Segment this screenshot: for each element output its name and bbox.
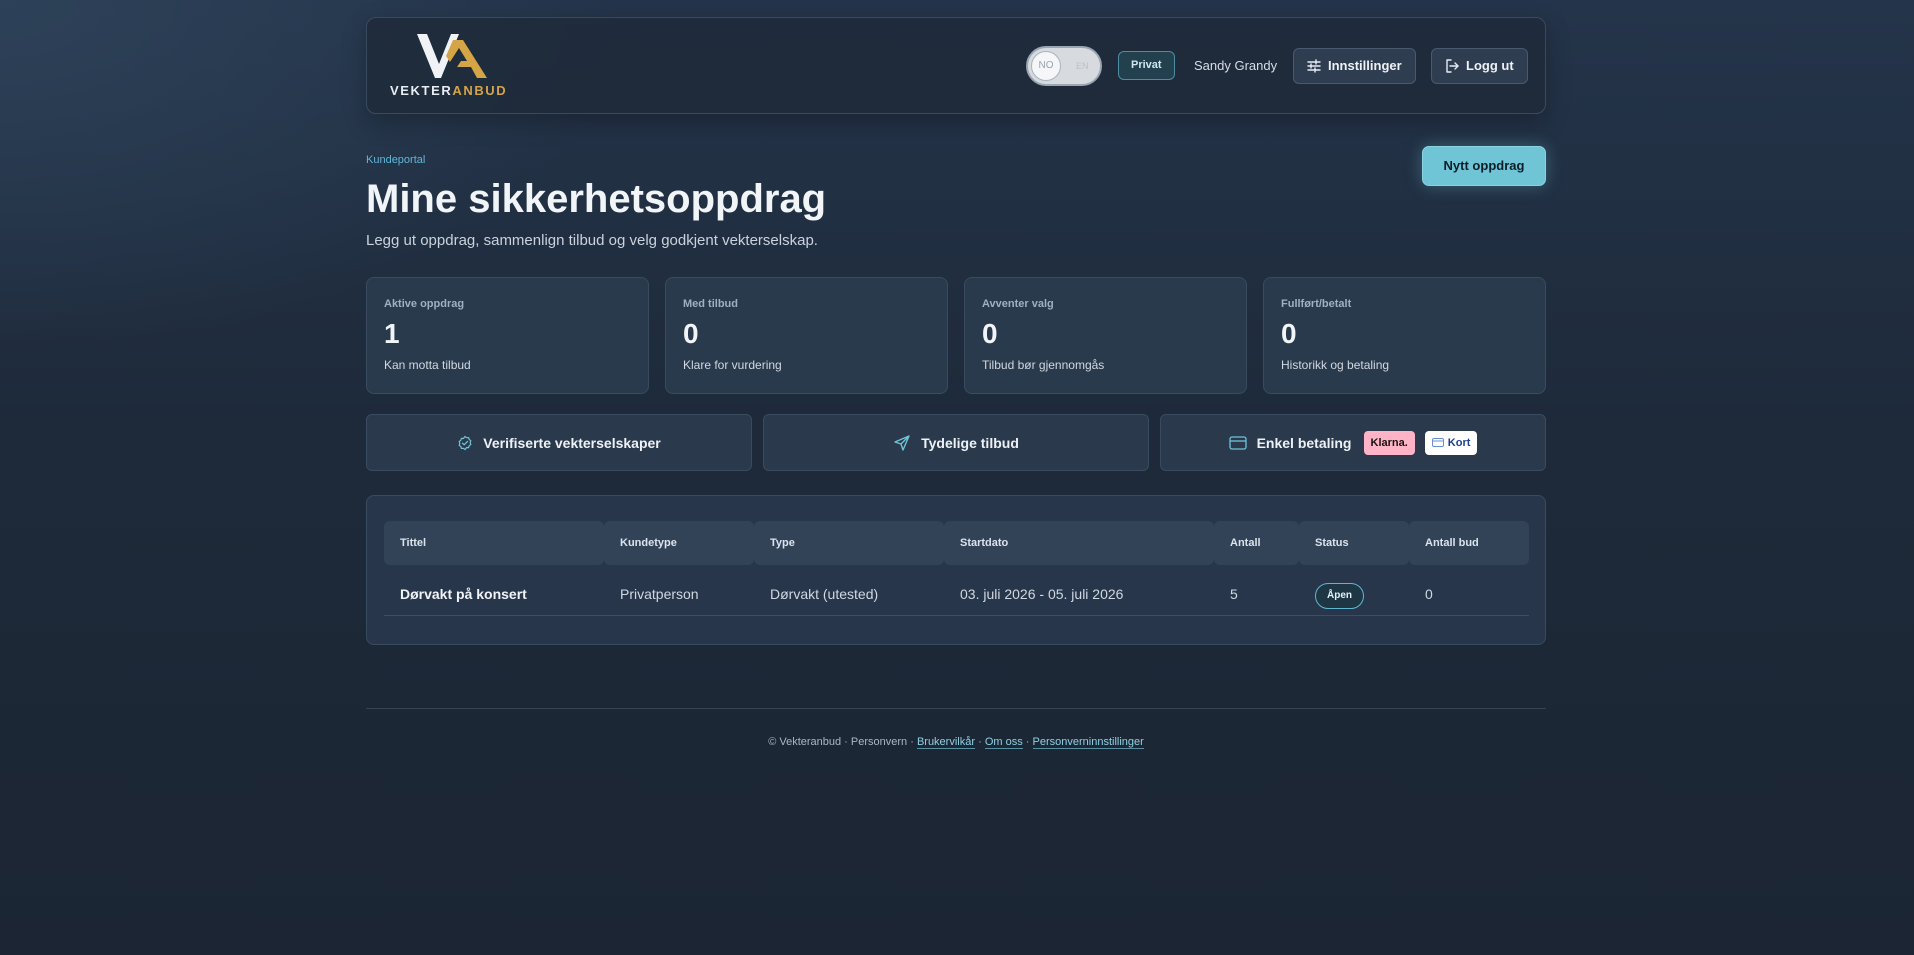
stat-description: Klare for vurdering — [683, 358, 782, 372]
status-badge: Åpen — [1315, 583, 1364, 609]
stat-card-completed: Fullført/betalt 0 Historikk og betaling — [1263, 277, 1546, 394]
column-header-customer-type[interactable]: Kundetype — [604, 521, 754, 565]
feature-payment: Enkel betaling Klarna. Kort — [1160, 414, 1546, 471]
stat-value: 0 — [1281, 318, 1297, 349]
logo-mark-icon — [417, 34, 487, 78]
stat-label: Fullført/betalt — [1281, 298, 1352, 310]
stat-label: Avventer valg — [982, 298, 1054, 310]
brand-logo[interactable]: VEKTERANBUD — [390, 32, 506, 102]
table-header: Tittel Kundetype Type Startdato Antall S… — [384, 521, 1529, 565]
credit-card-icon — [1228, 435, 1247, 450]
feature-payment-label: Enkel betaling — [1256, 434, 1352, 451]
card-icon — [1431, 438, 1444, 447]
footer: © Vekteranbud · Personvern · Brukervilkå… — [366, 736, 1546, 749]
user-name: Sandy Grandy — [1194, 58, 1278, 73]
klarna-badge: Klarna. — [1363, 430, 1415, 455]
stat-value: 1 — [384, 318, 400, 349]
column-header-type[interactable]: Type — [754, 521, 944, 565]
new-assignment-button[interactable]: Nytt oppdrag — [1422, 146, 1546, 186]
page-title: Mine sikkerhetsoppdrag — [366, 177, 827, 221]
card-badge: Kort — [1424, 430, 1478, 455]
about-link[interactable]: Om oss — [984, 736, 1023, 749]
language-active: NO — [1031, 51, 1061, 81]
stat-value: 0 — [982, 318, 998, 349]
column-header-title[interactable]: Tittel — [384, 521, 604, 565]
stat-card-awaiting: Avventer valg 0 Tilbud bør gjennomgås — [964, 277, 1247, 394]
logout-icon — [1446, 59, 1459, 73]
stat-label: Aktive oppdrag — [384, 298, 465, 310]
column-header-count[interactable]: Antall — [1214, 521, 1299, 565]
footer-divider — [366, 708, 1546, 709]
terms-link[interactable]: Brukervilkår — [916, 736, 976, 749]
send-icon — [894, 434, 910, 451]
verified-badge-icon — [458, 435, 472, 450]
account-type-badge: Privat — [1118, 51, 1175, 80]
stat-description: Historikk og betaling — [1281, 358, 1390, 372]
logo-wordmark: VEKTERANBUD — [390, 83, 530, 98]
privacy-settings-link[interactable]: Personverninnstillinger — [1032, 736, 1144, 749]
page-subtitle: Legg ut oppdrag, sammenlign tilbud og ve… — [366, 232, 818, 249]
column-header-bids[interactable]: Antall bud — [1409, 521, 1529, 565]
stat-description: Tilbud bør gjennomgås — [982, 358, 1105, 372]
logo-text-anbud: ANBUD — [452, 83, 508, 98]
column-header-status[interactable]: Status — [1299, 521, 1409, 565]
row-bids: 0 — [1425, 586, 1433, 602]
stat-value: 0 — [683, 318, 699, 349]
table-row[interactable]: Dørvakt på konsert Privatperson Dørvakt … — [384, 570, 1529, 616]
top-header: VEKTERANBUD NO EN Privat Sandy Grandy In… — [366, 17, 1546, 114]
settings-label: Innstillinger — [1328, 58, 1402, 73]
stat-label: Med tilbud — [683, 298, 738, 310]
row-title[interactable]: Dørvakt på konsert — [400, 586, 527, 602]
footer-separator: · — [1025, 736, 1030, 748]
breadcrumb[interactable]: Kundeportal — [366, 154, 425, 166]
feature-offers: Tydelige tilbud — [763, 414, 1149, 471]
footer-separator: · — [978, 736, 982, 748]
column-header-start-date[interactable]: Startdato — [944, 521, 1214, 565]
card-badge-label: Kort — [1447, 436, 1471, 449]
settings-button[interactable]: Innstillinger — [1293, 48, 1416, 84]
feature-offers-label: Tydelige tilbud — [921, 434, 1019, 451]
row-count: 5 — [1230, 586, 1238, 602]
language-other: EN — [1076, 61, 1089, 71]
logout-button[interactable]: Logg ut — [1431, 48, 1528, 84]
logo-text-vekter: VEKTER — [390, 83, 453, 98]
stat-card-active: Aktive oppdrag 1 Kan motta tilbud — [366, 277, 649, 394]
row-dates: 03. juli 2026 - 05. juli 2026 — [960, 586, 1124, 602]
assignments-table: Tittel Kundetype Type Startdato Antall S… — [366, 495, 1546, 645]
logout-label: Logg ut — [1466, 58, 1514, 73]
row-type: Dørvakt (utested) — [770, 586, 879, 602]
feature-verified-label: Verifiserte vekterselskaper — [483, 434, 661, 451]
stat-card-with-offers: Med tilbud 0 Klare for vurdering — [665, 277, 948, 394]
row-customer-type: Privatperson — [620, 586, 699, 602]
language-toggle[interactable]: NO EN — [1026, 46, 1102, 86]
stat-description: Kan motta tilbud — [384, 358, 471, 372]
sliders-icon — [1307, 59, 1321, 73]
footer-copyright: © Vekteranbud · Personvern · — [768, 736, 914, 748]
feature-verified: Verifiserte vekterselskaper — [366, 414, 752, 471]
